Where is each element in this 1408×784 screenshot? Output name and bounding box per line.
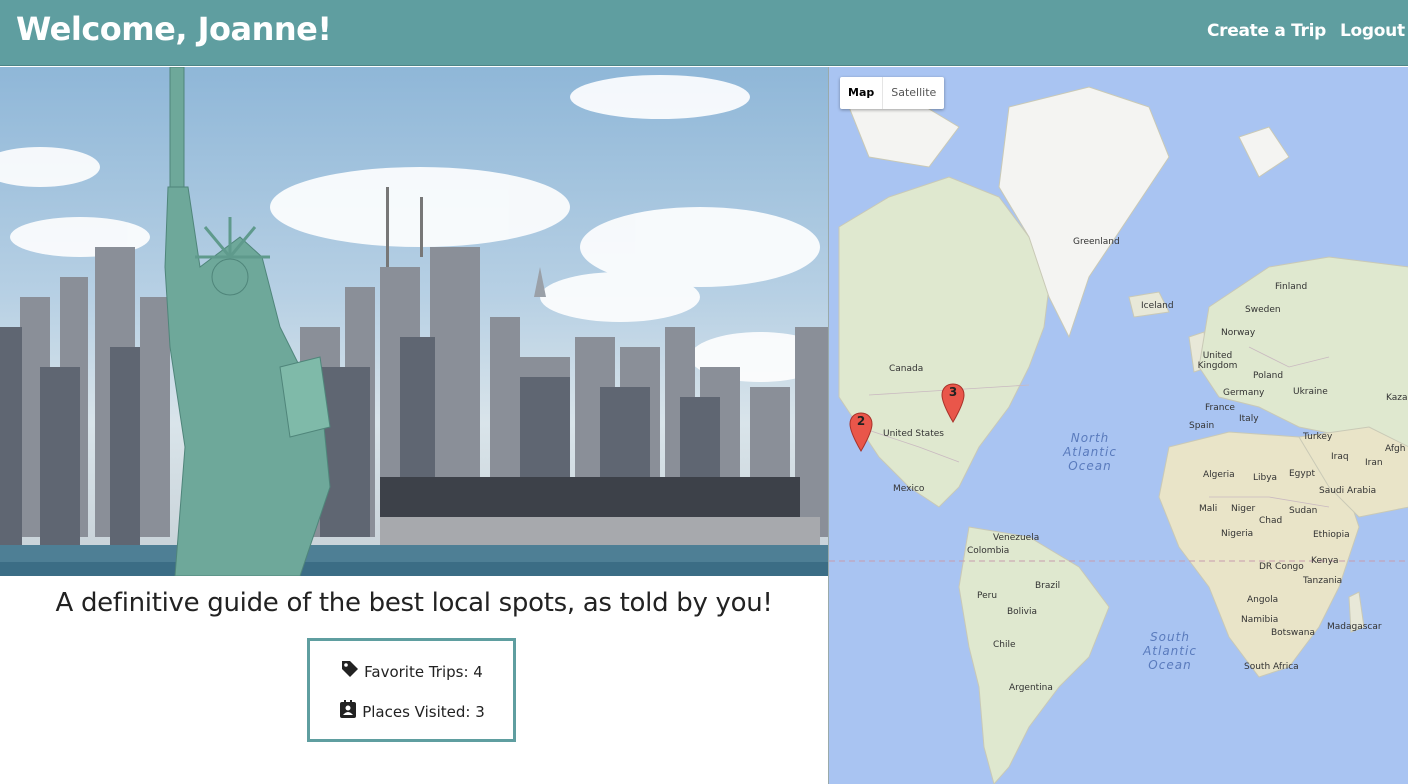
label-mali: Mali — [1199, 504, 1218, 514]
map-type-satellite-button[interactable]: Satellite — [883, 77, 944, 109]
label-chad: Chad — [1259, 516, 1283, 526]
label-sweden: Sweden — [1245, 305, 1281, 315]
label-ukraine: Ukraine — [1293, 387, 1328, 397]
label-spain: Spain — [1189, 421, 1215, 431]
label-south-africa: South Africa — [1244, 662, 1299, 672]
contact-card-icon — [338, 699, 358, 723]
map-type-control: Map Satellite — [840, 77, 945, 109]
top-navbar: Welcome, Joanne! Create a Trip Logout — [0, 0, 1408, 66]
label-argentina: Argentina — [1009, 683, 1053, 693]
label-namibia: Namibia — [1241, 615, 1279, 625]
logout-link[interactable]: Logout — [1340, 21, 1405, 41]
label-kaza: Kaza — [1386, 393, 1408, 403]
welcome-title: Welcome, Joanne! — [16, 10, 332, 48]
map-type-map-button[interactable]: Map — [840, 77, 884, 109]
label-libya: Libya — [1253, 473, 1278, 483]
label-kenya: Kenya — [1311, 556, 1339, 566]
label-norway: Norway — [1221, 328, 1256, 338]
label-south-atlantic-ocean: South Atlantic Ocean — [1143, 630, 1197, 672]
map-marker-2-label: 2 — [856, 414, 866, 428]
label-iceland: Iceland — [1141, 301, 1174, 311]
label-tanzania: Tanzania — [1303, 576, 1343, 586]
label-finland: Finland — [1275, 282, 1308, 292]
label-egypt: Egypt — [1289, 469, 1315, 479]
favorite-trips-stat: Favorite Trips: 4 — [310, 659, 513, 683]
label-germany: Germany — [1223, 388, 1265, 398]
label-north-atlantic-ocean: North Atlantic Ocean — [1063, 431, 1117, 473]
map-marker-3[interactable]: 3 — [941, 383, 965, 423]
label-venezuela: Venezuela — [993, 533, 1040, 543]
label-algeria: Algeria — [1203, 470, 1235, 480]
world-map[interactable]: Map Satellite Greenland Iceland Finland … — [828, 67, 1408, 784]
label-ethiopia: Ethiopia — [1313, 530, 1350, 540]
label-saudi-arabia: Saudi Arabia — [1319, 486, 1377, 496]
places-visited-text: Places Visited: 3 — [362, 703, 485, 721]
label-iraq: Iraq — [1331, 452, 1349, 462]
label-chile: Chile — [993, 640, 1016, 650]
map-marker-2[interactable]: 2 — [849, 412, 873, 452]
map-marker-3-label: 3 — [948, 385, 958, 399]
label-iran: Iran — [1365, 458, 1383, 468]
label-mexico: Mexico — [893, 484, 925, 494]
label-nigeria: Nigeria — [1221, 529, 1254, 539]
label-madagascar: Madagascar — [1327, 622, 1382, 632]
label-dr-congo: DR Congo — [1259, 562, 1304, 572]
create-trip-link[interactable]: Create a Trip — [1207, 21, 1326, 41]
label-united-states: United States — [883, 429, 944, 439]
label-france: France — [1205, 403, 1235, 413]
stats-box: Favorite Trips: 4 Places Visited: 3 — [307, 638, 516, 742]
hero-image — [0, 67, 828, 576]
label-canada: Canada — [889, 364, 924, 374]
label-peru: Peru — [977, 591, 998, 601]
label-botswana: Botswana — [1271, 628, 1315, 638]
favorite-trips-text: Favorite Trips: 4 — [364, 663, 483, 681]
places-visited-stat: Places Visited: 3 — [310, 699, 513, 723]
label-greenland: Greenland — [1073, 237, 1120, 247]
label-bolivia: Bolivia — [1007, 607, 1038, 617]
tagline: A definitive guide of the best local spo… — [55, 588, 773, 618]
label-italy: Italy — [1239, 414, 1259, 424]
label-sudan: Sudan — [1289, 506, 1318, 516]
label-brazil: Brazil — [1035, 581, 1061, 591]
tag-icon — [340, 659, 360, 683]
label-angola: Angola — [1247, 595, 1279, 605]
label-turkey: Turkey — [1303, 432, 1333, 442]
label-colombia: Colombia — [967, 546, 1010, 556]
label-afgh: Afgh — [1385, 444, 1406, 454]
label-poland: Poland — [1253, 371, 1284, 381]
label-united-kingdom: United Kingdom — [1197, 351, 1238, 371]
label-niger: Niger — [1231, 504, 1256, 514]
